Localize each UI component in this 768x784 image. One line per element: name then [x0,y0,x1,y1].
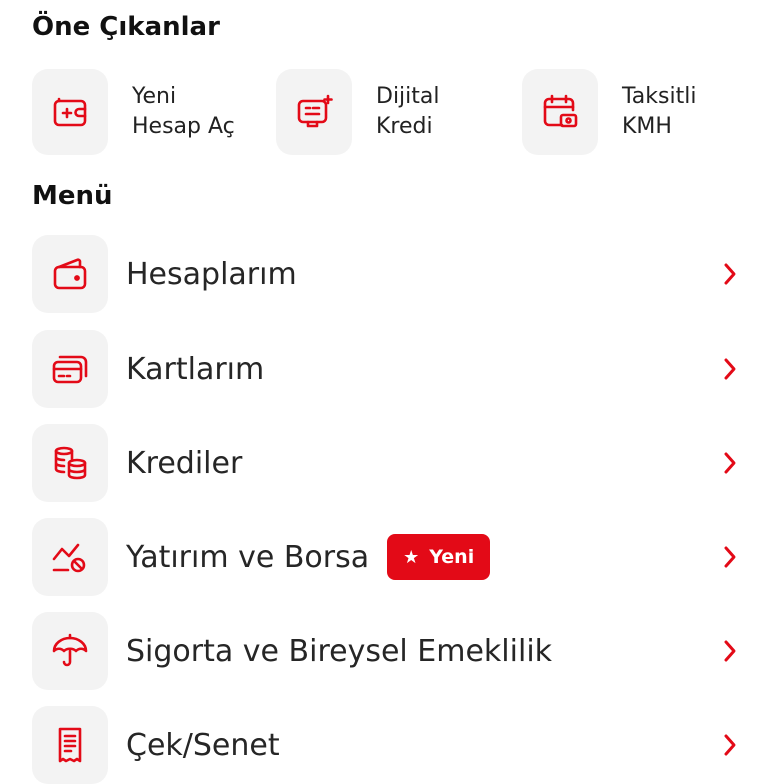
menu-item-cards[interactable]: Kartlarım [32,330,740,408]
featured-item-line1: Dijital [376,84,440,109]
menu-item-cheque[interactable]: Çek/Senet [32,706,740,784]
menu-item-label: Yatırım ve Borsa [126,539,370,575]
menu-item-investment[interactable]: Yatırım ve Borsa ★ Yeni [32,518,740,596]
digital-screen-icon [276,69,352,155]
menu-item-insurance[interactable]: Sigorta ve Bireysel Emeklilik [32,612,740,690]
chevron-right-icon [720,260,740,288]
featured-item-line2: Kredi [376,114,433,139]
star-icon: ★ [403,546,420,568]
featured-item-digital-credit[interactable]: Dijital Kredi [276,68,440,156]
featured-item-line2: Hesap Aç [132,114,235,139]
chevron-right-icon [720,355,740,383]
featured-item-installment-kmh[interactable]: Taksitli KMH [522,68,696,156]
cards-icon [32,330,108,408]
chevron-right-icon [720,543,740,571]
menu-item-label: Hesaplarım [126,256,297,292]
chevron-right-icon [720,731,740,759]
menu-item-label: Krediler [126,445,243,481]
wallet-plus-icon [32,69,108,155]
coins-icon [32,424,108,502]
menu-item-credits[interactable]: Krediler [32,424,740,502]
calendar-money-icon [522,69,598,155]
featured-item-new-account[interactable]: Yeni Hesap Aç [32,68,235,156]
receipt-icon [32,706,108,784]
umbrella-icon [32,612,108,690]
menu-section-title: Menü [32,181,113,211]
new-badge: ★ Yeni [387,534,491,580]
menu-item-label: Kartlarım [126,351,265,387]
wallet-icon [32,235,108,313]
chevron-right-icon [720,637,740,665]
menu-item-accounts[interactable]: Hesaplarım [32,235,740,313]
menu-item-label: Çek/Senet [126,727,280,763]
chart-coin-icon [32,518,108,596]
chevron-right-icon [720,449,740,477]
menu-item-label: Sigorta ve Bireysel Emeklilik [126,633,553,669]
featured-item-line1: Taksitli [622,84,697,109]
new-badge-label: Yeni [429,546,475,568]
featured-item-line2: KMH [622,114,672,139]
featured-item-line1: Yeni [132,84,177,109]
featured-section-title: Öne Çıkanlar [32,12,220,42]
